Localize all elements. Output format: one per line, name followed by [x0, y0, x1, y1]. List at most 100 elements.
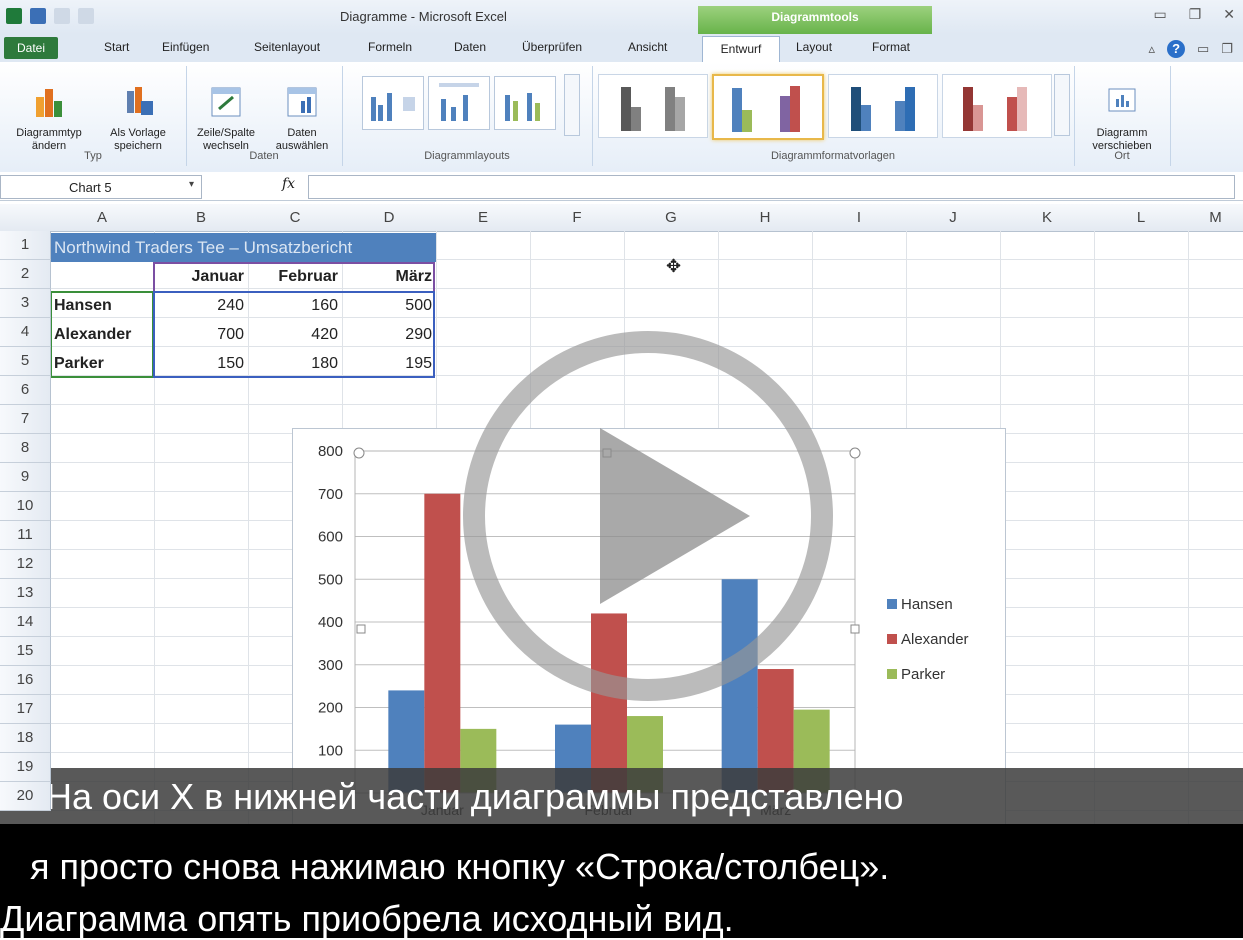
row-header[interactable]: 11 — [0, 521, 51, 550]
ribbon-collapse-icon[interactable]: ▵ — [1149, 41, 1156, 57]
row-header[interactable]: 7 — [0, 405, 51, 434]
move-chart-button[interactable]: Diagramm verschieben — [1080, 72, 1164, 153]
header-cell-maerz[interactable]: März — [342, 262, 436, 291]
resize-handle[interactable] — [356, 624, 366, 634]
column-header-h[interactable]: H — [718, 204, 813, 232]
close-icon[interactable]: ✕ — [1223, 6, 1235, 23]
tab-datei[interactable]: Datei — [4, 37, 58, 59]
minimize-icon[interactable]: ▭ — [1153, 6, 1166, 23]
quick-access-toolbar — [6, 8, 94, 24]
play-icon[interactable] — [462, 330, 834, 702]
row-header[interactable]: 8 — [0, 434, 51, 463]
row-header[interactable]: 14 — [0, 608, 51, 637]
tab-formeln[interactable]: Formeln — [368, 40, 412, 54]
name-cell[interactable]: Alexander — [50, 320, 154, 349]
restore-icon[interactable]: ❐ — [1221, 41, 1233, 57]
row-header[interactable]: 12 — [0, 550, 51, 579]
tab-daten[interactable]: Daten — [454, 40, 486, 54]
legend-swatch — [887, 669, 897, 679]
chart-layout-2[interactable] — [428, 76, 490, 130]
row-header[interactable]: 6 — [0, 376, 51, 405]
chart-style-red[interactable] — [942, 74, 1052, 138]
row-header[interactable]: 16 — [0, 666, 51, 695]
row-header[interactable]: 13 — [0, 579, 51, 608]
minimize-icon[interactable]: ▭ — [1197, 41, 1209, 57]
column-header-a[interactable]: A — [50, 204, 155, 232]
report-title-cell[interactable]: Northwind Traders Tee – Umsatzbericht — [50, 233, 436, 262]
select-all-corner[interactable] — [0, 204, 51, 232]
name-cell[interactable]: Hansen — [50, 291, 154, 320]
tab-seitenlayout[interactable]: Seitenlayout — [254, 40, 320, 54]
column-header-i[interactable]: I — [812, 204, 907, 232]
redo-icon[interactable] — [78, 8, 94, 24]
formula-input[interactable] — [308, 175, 1235, 199]
resize-handle[interactable] — [850, 624, 860, 634]
column-header-d[interactable]: D — [342, 204, 437, 232]
insert-function-icon[interactable]: fx — [282, 176, 295, 192]
column-header-e[interactable]: E — [436, 204, 531, 232]
value-cell[interactable]: 160 — [248, 291, 342, 320]
restore-icon[interactable]: ❐ — [1189, 6, 1202, 23]
value-cell[interactable]: 500 — [342, 291, 436, 320]
column-header-c[interactable]: C — [248, 204, 343, 232]
value-cell[interactable]: 290 — [342, 320, 436, 349]
column-header-f[interactable]: F — [530, 204, 625, 232]
value-cell[interactable]: 700 — [154, 320, 248, 349]
bar-alexander-januar[interactable] — [424, 493, 461, 793]
column-header-b[interactable]: B — [154, 204, 249, 232]
name-box[interactable]: Chart 5 ▾ — [0, 175, 202, 199]
chart-style-color-selected[interactable] — [712, 74, 824, 140]
row-header[interactable]: 3 — [0, 289, 51, 318]
subtitle-band: На оси X в нижней части диаграммы предст… — [0, 768, 1243, 824]
undo-icon[interactable] — [54, 8, 70, 24]
ribbon-tabs: Datei Start Einfügen Seitenlayout Formel… — [0, 34, 1243, 63]
chevron-down-icon[interactable]: ▾ — [189, 179, 194, 190]
row-header[interactable]: 20 — [0, 782, 51, 811]
row-header[interactable]: 15 — [0, 637, 51, 666]
layouts-gallery-scroll[interactable] — [564, 74, 580, 136]
row-header[interactable]: 9 — [0, 463, 51, 492]
header-cell-februar[interactable]: Februar — [248, 262, 342, 291]
value-cell[interactable]: 195 — [342, 349, 436, 378]
value-cell[interactable]: 180 — [248, 349, 342, 378]
resize-handle[interactable] — [353, 447, 365, 459]
tab-ansicht[interactable]: Ansicht — [628, 40, 667, 54]
styles-gallery-scroll[interactable] — [1054, 74, 1070, 136]
column-header-k[interactable]: K — [1000, 204, 1095, 232]
tab-format[interactable]: Format — [872, 40, 910, 54]
row-header[interactable]: 10 — [0, 492, 51, 521]
help-icon[interactable]: ? — [1167, 40, 1186, 58]
layout-3-icon — [505, 93, 540, 121]
tab-entwurf[interactable]: Entwurf — [702, 36, 780, 63]
chart-layout-1[interactable] — [362, 76, 424, 130]
row-header[interactable]: 17 — [0, 695, 51, 724]
column-header-m[interactable]: M — [1188, 204, 1243, 232]
tab-start[interactable]: Start — [104, 40, 129, 54]
value-cell[interactable]: 150 — [154, 349, 248, 378]
change-chart-type-button[interactable]: Diagrammtyp ändern — [4, 72, 94, 153]
row-header[interactable]: 19 — [0, 753, 51, 782]
column-header-j[interactable]: J — [906, 204, 1001, 232]
tab-ueberpruefen[interactable]: Überprüfen — [522, 40, 582, 54]
row-header[interactable]: 5 — [0, 347, 51, 376]
column-header-g[interactable]: G — [624, 204, 719, 232]
select-data-button[interactable]: Daten auswählen — [264, 72, 340, 153]
row-header[interactable]: 18 — [0, 724, 51, 753]
column-header-l[interactable]: L — [1094, 204, 1189, 232]
tab-einfuegen[interactable]: Einfügen — [162, 40, 209, 54]
save-as-template-button[interactable]: Als Vorlage speichern — [96, 72, 180, 153]
header-cell-januar[interactable]: Januar — [154, 262, 248, 291]
switch-row-column-button[interactable]: Zeile/Spalte wechseln — [188, 72, 264, 153]
name-cell[interactable]: Parker — [50, 349, 154, 378]
row-header[interactable]: 1 — [0, 231, 51, 260]
save-icon[interactable] — [30, 8, 46, 24]
chart-style-gray[interactable] — [598, 74, 708, 138]
row-header[interactable]: 4 — [0, 318, 51, 347]
tab-layout[interactable]: Layout — [796, 40, 832, 54]
value-cell[interactable]: 240 — [154, 291, 248, 320]
chart-style-blue[interactable] — [828, 74, 938, 138]
resize-handle[interactable] — [849, 447, 861, 459]
value-cell[interactable]: 420 — [248, 320, 342, 349]
chart-layout-3[interactable] — [494, 76, 556, 130]
row-header[interactable]: 2 — [0, 260, 51, 289]
